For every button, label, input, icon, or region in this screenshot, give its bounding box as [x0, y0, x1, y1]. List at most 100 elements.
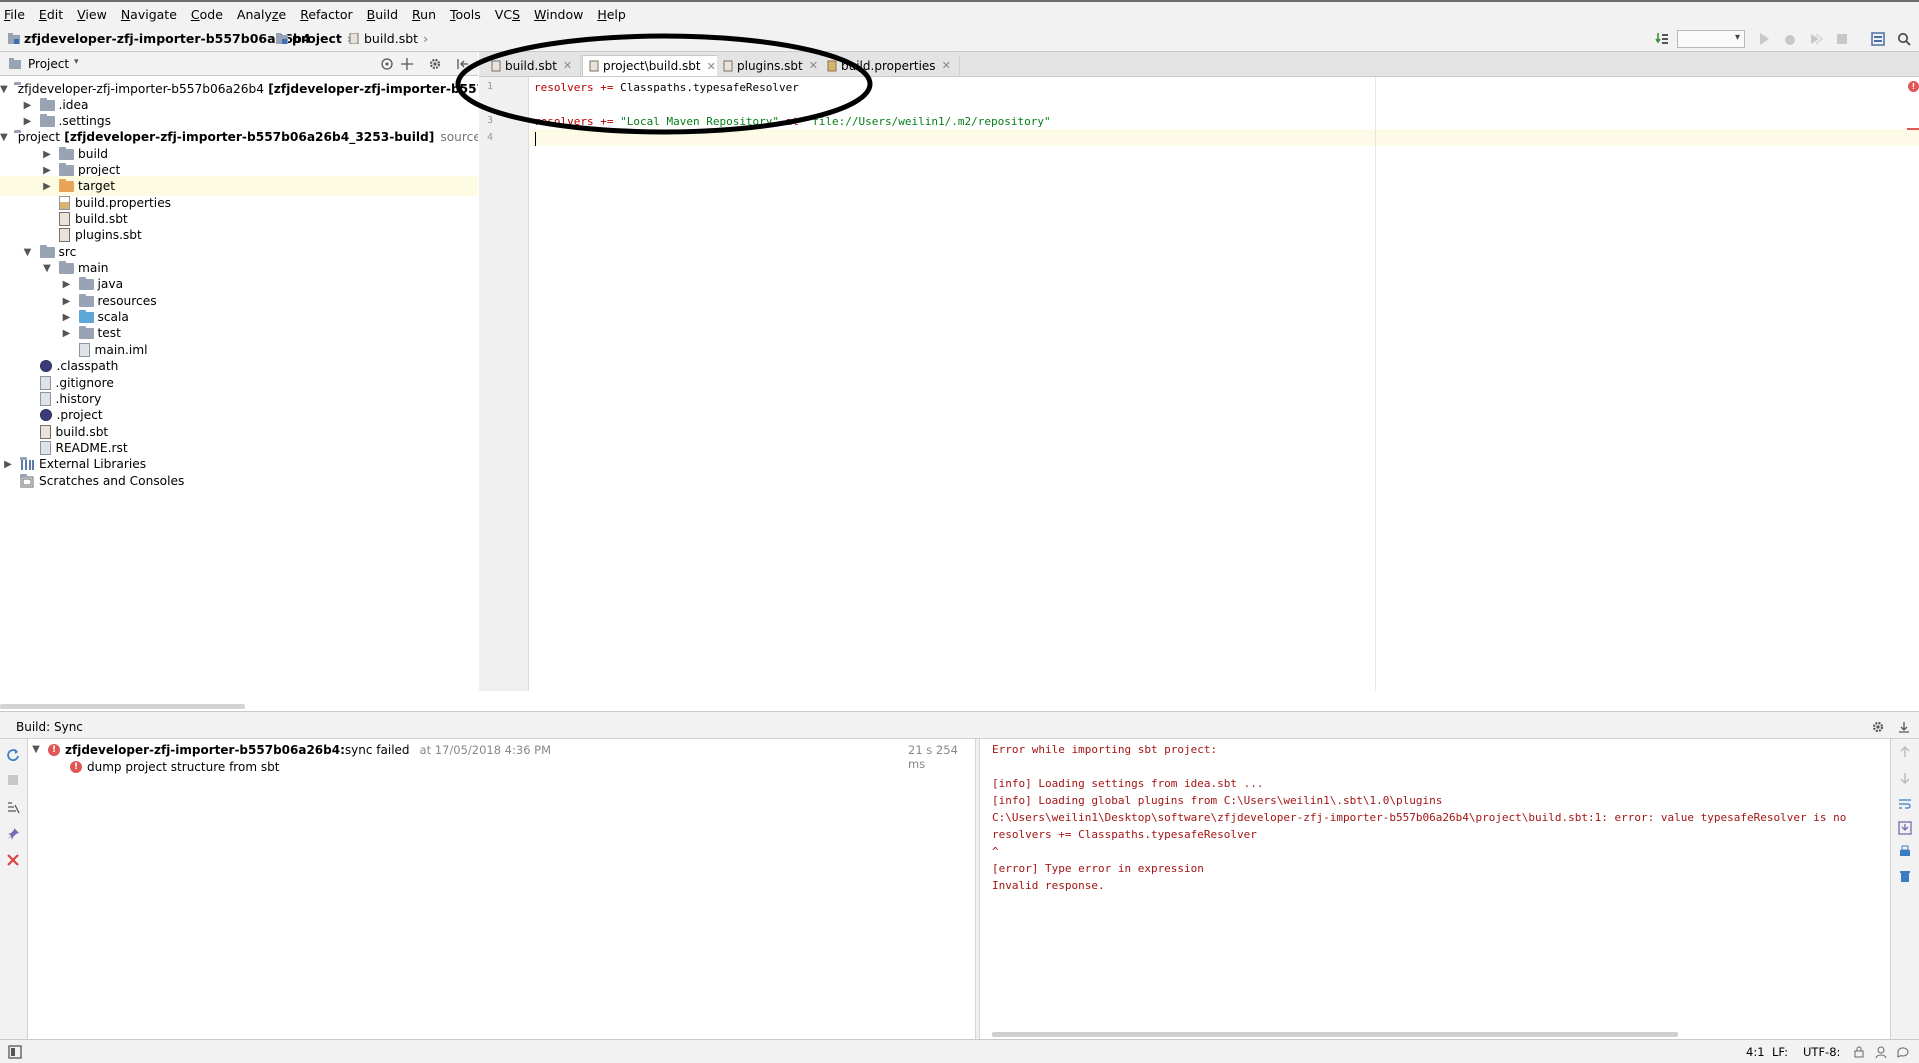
chevron-right-icon[interactable]: ▶ — [41, 149, 53, 160]
gear-icon[interactable] — [428, 57, 442, 71]
tree-horizontal-scrollbar[interactable] — [0, 704, 245, 709]
error-indicator-icon[interactable]: ! — [1908, 81, 1919, 92]
caret-position[interactable]: 4:1 — [1746, 1045, 1765, 1059]
breadcrumb-root[interactable]: zfjdeveloper-zfj-importer-b557b06a26b4 › — [8, 31, 321, 46]
chevron-right-icon[interactable]: ▶ — [22, 116, 34, 127]
chevron-right-icon[interactable]: ▶ — [61, 312, 73, 323]
toggle-view-icon[interactable] — [6, 801, 20, 815]
arrow-up-icon[interactable] — [1898, 745, 1912, 759]
menu-item-file[interactable]: File — [4, 7, 25, 22]
chevron-right-icon[interactable]: ▶ — [41, 181, 53, 192]
build-status: sync failed — [344, 742, 410, 757]
console-horizontal-scrollbar[interactable] — [992, 1032, 1678, 1037]
line-number: 1 — [487, 81, 494, 92]
libraries-icon — [20, 456, 35, 470]
soft-wrap-icon[interactable] — [1898, 797, 1912, 811]
folder-icon — [59, 162, 74, 176]
chevron-right-icon[interactable]: ▶ — [2, 459, 14, 470]
line-separator[interactable]: LF: — [1772, 1045, 1788, 1059]
hide-panel-icon[interactable] — [1897, 720, 1911, 734]
console-line: C:\Users\weilin1\Desktop\software\zfjdev… — [992, 811, 1847, 824]
chevron-right-icon[interactable]: ▶ — [61, 328, 73, 339]
event-log-icon[interactable] — [1896, 1045, 1910, 1059]
tree-item-label: .idea — [58, 98, 89, 112]
pin-icon[interactable] — [6, 827, 20, 841]
build-console[interactable]: Error while importing sbt project: [info]… — [980, 739, 1890, 1039]
menu-item-code[interactable]: Code — [191, 7, 223, 22]
stop-icon[interactable] — [1835, 32, 1849, 46]
stop-icon[interactable] — [6, 773, 20, 787]
menu-item-edit[interactable]: Edit — [39, 7, 63, 22]
build-root-row[interactable]: ▼ ! zfjdeveloper-zfj-importer-b557b06a26… — [28, 741, 973, 758]
tree-item-label: test — [97, 326, 121, 340]
breadcrumb-project[interactable]: project › — [276, 31, 352, 46]
menu-item-build[interactable]: Build — [367, 7, 398, 22]
code-editor[interactable]: resolvers += Classpaths.typesafeResolver… — [530, 77, 1919, 691]
hide-panel-icon[interactable] — [456, 57, 470, 71]
chevron-down-icon[interactable]: ▼ — [41, 263, 53, 274]
error-stripe-mark[interactable] — [1907, 128, 1919, 130]
tab-build-sbt[interactable]: build.sbt ✕ — [485, 55, 582, 76]
close-icon[interactable] — [6, 853, 20, 867]
build-project-icon[interactable] — [1655, 31, 1669, 45]
tree-item-label: .gitignore — [55, 376, 114, 390]
menu-item-view[interactable]: View — [77, 7, 107, 22]
scroll-to-end-icon[interactable] — [1898, 821, 1912, 835]
eclipse-file-icon — [39, 409, 52, 421]
tab-plugins-sbt[interactable]: plugins.sbt ✕ — [717, 55, 827, 76]
close-icon[interactable]: ✕ — [942, 59, 951, 72]
chevron-right-icon[interactable]: ▶ — [61, 296, 73, 307]
refresh-icon[interactable] — [6, 747, 20, 761]
project-structure-icon[interactable] — [1871, 32, 1885, 46]
close-icon[interactable]: ✕ — [563, 59, 572, 72]
close-icon[interactable]: ✕ — [707, 60, 716, 73]
code-string: "file://Users/weilin1/.m2/repository" — [798, 115, 1051, 128]
tool-windows-icon[interactable] — [8, 1045, 22, 1059]
run-configuration-select[interactable]: ▾ — [1677, 30, 1745, 48]
chevron-right-icon[interactable]: ▶ — [61, 279, 73, 290]
locate-icon[interactable] — [380, 57, 394, 71]
chevron-down-icon[interactable]: ▼ — [0, 84, 8, 95]
collapse-all-icon[interactable] — [400, 57, 414, 71]
menu-item-navigate[interactable]: Navigate — [121, 7, 177, 22]
chevron-down-icon[interactable]: ▼ — [30, 744, 42, 755]
breadcrumb-project-label: project — [292, 31, 342, 46]
chevron-right-icon[interactable]: ▶ — [41, 165, 53, 176]
tab-project-build-sbt[interactable]: project\build.sbt ✕ — [582, 55, 725, 76]
trash-icon[interactable] — [1898, 869, 1912, 883]
chevron-down-icon[interactable]: ▼ — [0, 132, 8, 143]
tree-item-label: build — [78, 147, 108, 161]
run-icon[interactable] — [1757, 32, 1771, 46]
print-icon[interactable] — [1898, 845, 1912, 859]
build-window-title[interactable]: Build: Sync — [16, 720, 83, 734]
breadcrumb-file[interactable]: build.sbt › — [348, 31, 428, 46]
menu-item-help[interactable]: Help — [597, 7, 626, 22]
error-icon: ! — [48, 743, 60, 756]
project-panel-header: Project ▾ — [0, 52, 478, 76]
project-view-icon — [9, 58, 21, 69]
lock-icon[interactable] — [1852, 1045, 1866, 1059]
sbt-file-icon — [491, 60, 501, 71]
menu-item-run[interactable]: Run — [412, 7, 436, 22]
build-child-row[interactable]: ! dump project structure from sbt — [70, 758, 279, 775]
menu-item-window[interactable]: Window — [534, 7, 583, 22]
file-encoding[interactable]: UTF-8: — [1803, 1045, 1840, 1059]
run-with-coverage-icon[interactable] — [1809, 32, 1823, 46]
project-panel-title[interactable]: Project — [28, 57, 69, 71]
chevron-down-icon[interactable]: ▼ — [22, 247, 34, 258]
menu-item-refactor[interactable]: Refactor — [300, 7, 352, 22]
menu-item-tools[interactable]: Tools — [450, 7, 481, 22]
search-icon[interactable] — [1897, 32, 1911, 46]
tree-item-label: project [zfjdeveloper-zfj-importer-b557b… — [17, 130, 435, 144]
tree-item-scratches-and-consoles[interactable]: Scratches and Consoles — [0, 471, 478, 491]
menu-item-analyze[interactable]: Analyze — [237, 7, 286, 22]
gear-icon[interactable] — [1871, 720, 1885, 734]
menu-item-vcs[interactable]: VCS — [495, 7, 520, 22]
close-icon[interactable]: ✕ — [809, 59, 818, 72]
chevron-right-icon[interactable]: ▶ — [22, 100, 34, 111]
tab-build-properties[interactable]: build.properties ✕ — [821, 55, 960, 76]
chevron-down-icon[interactable]: ▾ — [74, 57, 79, 67]
debug-icon[interactable] — [1783, 32, 1797, 46]
inspector-icon[interactable] — [1874, 1045, 1888, 1059]
arrow-down-icon[interactable] — [1898, 771, 1912, 785]
